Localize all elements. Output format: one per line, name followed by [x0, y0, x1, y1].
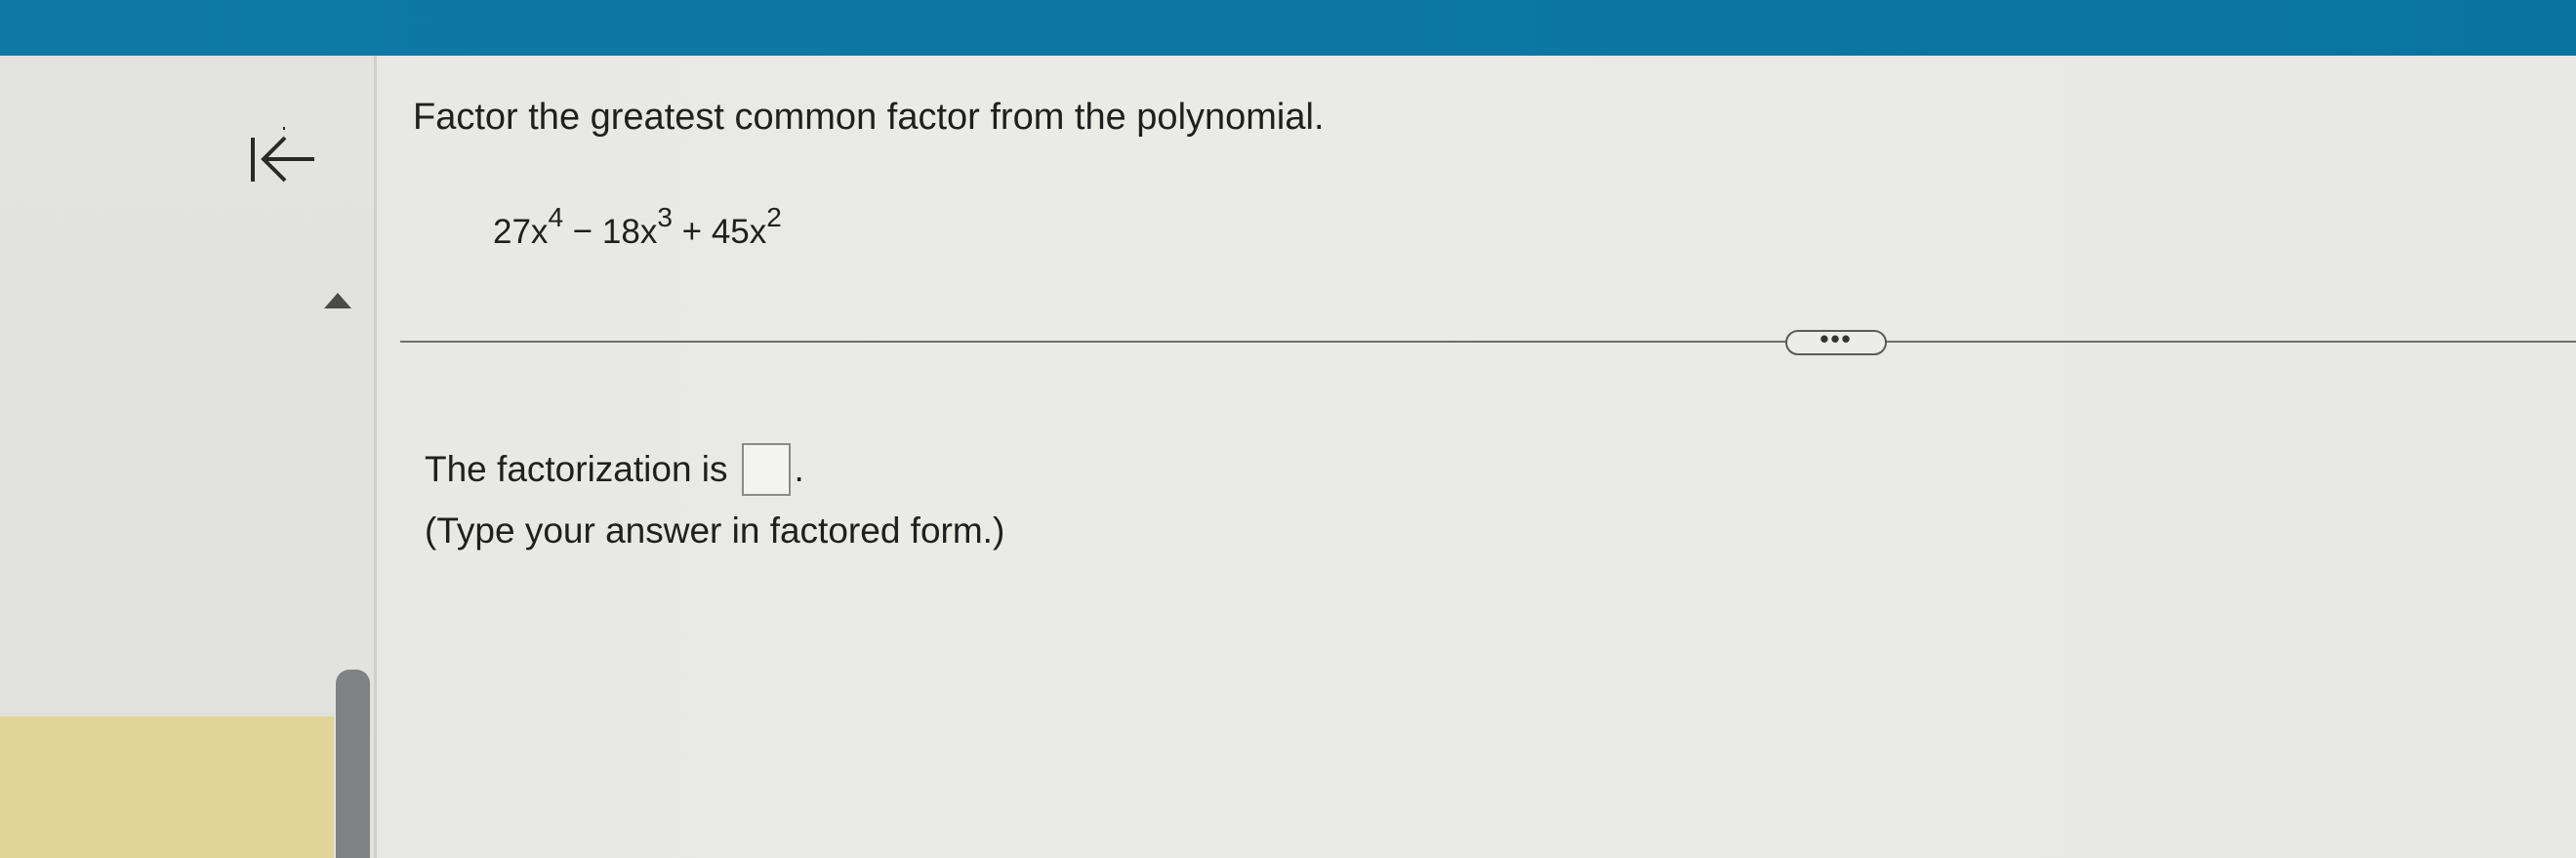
- answer-line: The factorization is .: [425, 443, 804, 496]
- back-to-start-icon: [251, 127, 314, 183]
- highlighted-question-item[interactable]: [0, 716, 334, 858]
- expand-more-button[interactable]: •••: [1785, 324, 1887, 355]
- answer-suffix: .: [794, 449, 804, 489]
- answer-input[interactable]: [741, 443, 791, 496]
- section-divider: [400, 341, 2576, 343]
- collapse-caret[interactable]: [322, 291, 353, 310]
- operator-plus: +: [672, 212, 712, 251]
- answer-instruction: (Type your answer in factored form.): [425, 511, 1005, 551]
- polynomial-expression: 27x4 − 18x3 + 45x2: [493, 199, 782, 255]
- caret-up-icon: [324, 293, 351, 308]
- term-2: 18x3: [601, 202, 673, 251]
- top-bar: [0, 0, 2576, 56]
- back-to-start-button[interactable]: [242, 125, 320, 191]
- term-1: 27x4: [493, 202, 564, 251]
- answer-prefix: The factorization is: [425, 449, 728, 489]
- ellipsis-icon: •••: [1820, 324, 1853, 353]
- term-3: 45x2: [711, 202, 782, 251]
- operator-minus: −: [563, 212, 602, 251]
- panel-divider: [374, 56, 377, 858]
- scrollbar-handle[interactable]: [336, 670, 370, 858]
- question-title: Factor the greatest common factor from t…: [413, 97, 1325, 138]
